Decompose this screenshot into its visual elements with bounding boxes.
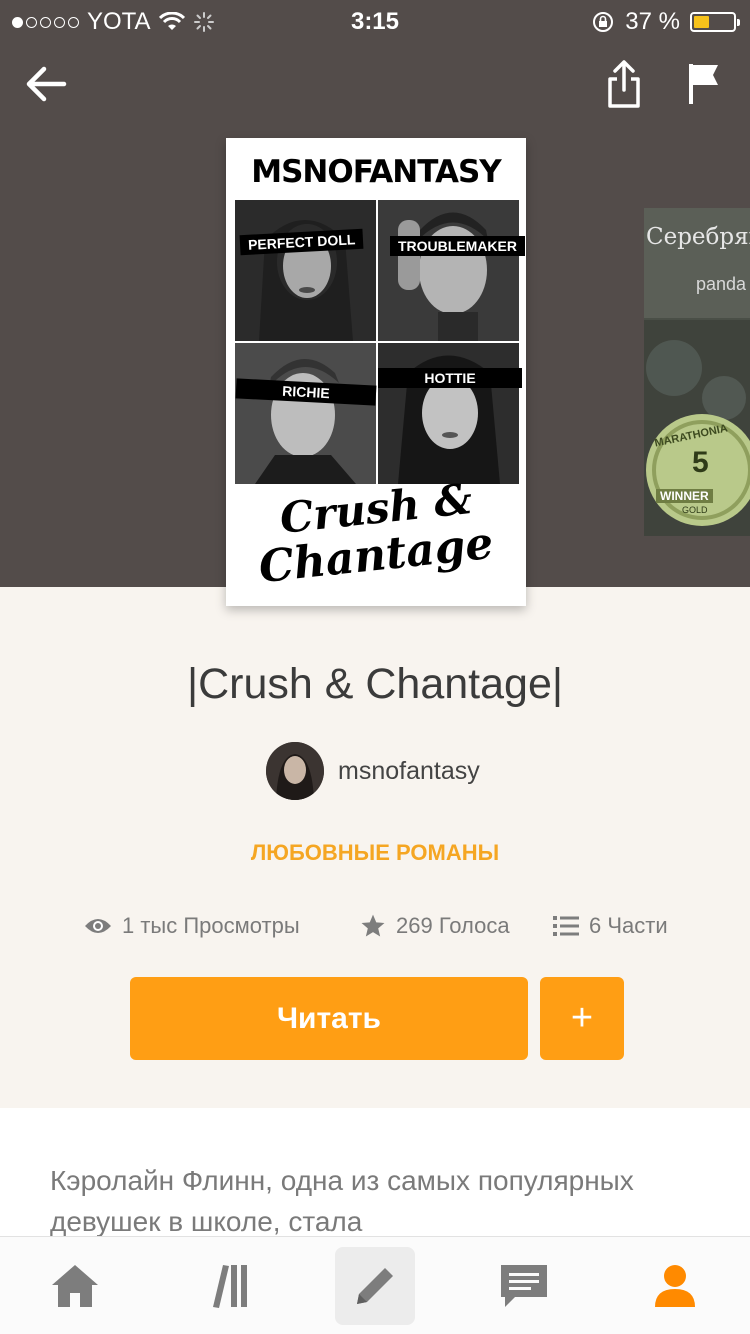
views-count: 1 тыс Просмотры bbox=[122, 913, 300, 938]
badge-number: 5 bbox=[692, 446, 709, 479]
pencil-icon bbox=[357, 1268, 393, 1304]
stat-views: 1 тыс Просмотры bbox=[84, 913, 300, 939]
cover-tag-2: TROUBLEMAKER bbox=[390, 236, 525, 256]
next-cover-subtitle: panda bbox=[696, 274, 747, 294]
next-book-cover[interactable]: Серебрян panda MARATHONIA 5 WINNER GOLD bbox=[644, 208, 750, 536]
cover-photo-3 bbox=[235, 343, 376, 484]
library-icon bbox=[213, 1265, 247, 1308]
next-cover-title: Серебрян bbox=[646, 224, 750, 250]
stat-votes: 269 Голоса bbox=[360, 913, 510, 939]
stat-parts: 6 Части bbox=[553, 913, 668, 939]
tab-library[interactable] bbox=[186, 1247, 266, 1325]
back-arrow-icon bbox=[26, 66, 67, 102]
status-bar: YOTA 3:15 37 % bbox=[0, 0, 750, 40]
tab-messages[interactable] bbox=[484, 1247, 564, 1325]
votes-count: 269 Голоса bbox=[396, 913, 510, 938]
messages-icon bbox=[501, 1265, 547, 1307]
parts-count: 6 Части bbox=[589, 913, 668, 938]
badge-level: GOLD bbox=[682, 505, 708, 515]
cover-tag-4: HOTTIE bbox=[378, 368, 522, 388]
cover-author-text: MSNOFANTASY bbox=[251, 154, 502, 190]
author-name: msnofantasy bbox=[338, 756, 480, 785]
list-icon bbox=[553, 916, 579, 936]
next-cover-art bbox=[644, 208, 750, 536]
home-icon bbox=[52, 1265, 98, 1307]
eye-icon bbox=[85, 919, 111, 933]
badge-word: WINNER bbox=[656, 489, 713, 503]
author-link[interactable]: msnofantasy bbox=[266, 742, 480, 800]
cover-photo-1 bbox=[235, 200, 376, 341]
back-button[interactable] bbox=[22, 60, 70, 113]
star-icon bbox=[361, 914, 385, 937]
book-title: |Crush & Chantage| bbox=[186, 660, 564, 708]
battery-percent: 37 % bbox=[625, 8, 680, 35]
genre-link[interactable]: ЛЮБОВНЫЕ РОМАНЫ bbox=[0, 840, 750, 866]
add-to-library-button[interactable]: + bbox=[540, 977, 624, 1060]
tab-profile[interactable] bbox=[635, 1247, 715, 1325]
share-button[interactable] bbox=[604, 58, 644, 115]
tab-home[interactable] bbox=[35, 1247, 115, 1325]
tab-bar bbox=[0, 1236, 750, 1334]
flag-icon bbox=[689, 64, 718, 104]
book-cover[interactable]: MSNOFANTASY PERFECT DOLL TROUBLEMAKER RI… bbox=[226, 138, 526, 606]
report-button[interactable] bbox=[686, 62, 722, 111]
avatar bbox=[266, 742, 324, 800]
profile-icon bbox=[655, 1265, 695, 1307]
description-text: Кэролайн Флинн, одна из самых популярных… bbox=[50, 1165, 634, 1237]
cover-photo-4 bbox=[378, 343, 519, 484]
battery-icon bbox=[690, 12, 740, 32]
tab-write[interactable] bbox=[335, 1247, 415, 1325]
share-icon bbox=[608, 60, 640, 108]
cover-photo-2 bbox=[378, 200, 519, 341]
read-button[interactable]: Читать bbox=[130, 977, 528, 1060]
rotation-lock-icon bbox=[593, 12, 614, 32]
